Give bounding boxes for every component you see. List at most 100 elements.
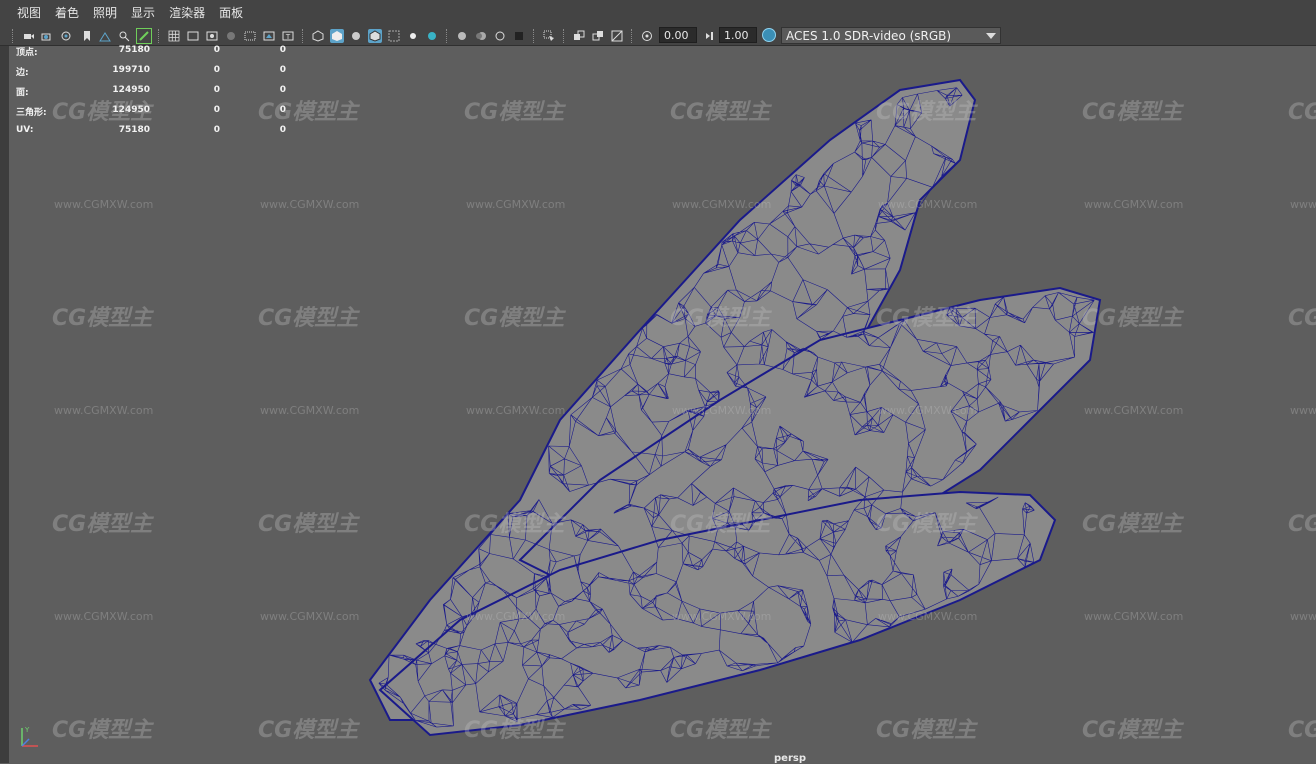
- resolution-gate-icon[interactable]: [205, 29, 219, 43]
- image-plane-icon[interactable]: [98, 29, 112, 43]
- watermark-logo: CG模型主: [464, 306, 565, 331]
- watermark-url: www.CGMXW.com: [1084, 198, 1184, 211]
- menu-view[interactable]: 视图: [10, 0, 48, 27]
- watermark-logo: CG模型主: [1288, 512, 1316, 537]
- select-camera-icon[interactable]: [22, 29, 36, 43]
- menu-renderer[interactable]: 渲染器: [162, 0, 212, 27]
- default-material-icon[interactable]: [349, 29, 363, 43]
- use-all-lights-icon[interactable]: [406, 29, 420, 43]
- watermark-url: www.CGMXW.com: [1290, 610, 1316, 623]
- watermark-logo: CG模型主: [464, 512, 565, 537]
- menu-lighting[interactable]: 照明: [86, 0, 124, 27]
- field-chart-icon[interactable]: [243, 29, 257, 43]
- exposure-icon[interactable]: [640, 29, 654, 43]
- safe-title-icon[interactable]: T: [281, 29, 295, 43]
- hud-label: 面:: [16, 88, 29, 98]
- camera-attributes-icon[interactable]: [40, 29, 54, 43]
- hud-selected: 0: [213, 85, 220, 95]
- hud-value: 124950: [112, 105, 150, 115]
- color-management-icon[interactable]: [762, 28, 776, 42]
- xray-icon[interactable]: [387, 29, 401, 43]
- wireframe-on-shaded-icon[interactable]: [368, 29, 382, 43]
- chevron-down-icon: [986, 33, 996, 39]
- smooth-shade-icon[interactable]: [330, 29, 344, 43]
- watermark-url: www.CGMXW.com: [466, 610, 566, 623]
- hud-selected: 0: [213, 105, 220, 115]
- watermark-logo: CG模型主: [52, 306, 153, 331]
- backface-culling-icon[interactable]: [610, 29, 624, 43]
- hud-label: 顶点:: [16, 48, 38, 58]
- film-gate-icon[interactable]: [186, 29, 200, 43]
- hud-label: 边:: [16, 68, 29, 78]
- gate-mask-icon[interactable]: [224, 29, 238, 43]
- watermark-logo: CG模型主: [876, 512, 977, 537]
- grease-pencil-icon[interactable]: [136, 28, 152, 44]
- poly-count-hud: 顶点: 75180 0 0 边: 199710 0 0 面: 124950 0 …: [16, 45, 286, 145]
- toolbar-separator: [446, 29, 449, 43]
- watermark-url: www.CGMXW.com: [878, 198, 978, 211]
- toolbar-separator: [12, 29, 15, 43]
- watermark-url: www.CGMXW.com: [1290, 404, 1316, 417]
- wireframe-icon[interactable]: [311, 29, 325, 43]
- hud-triangles: 0: [279, 105, 286, 115]
- exposure-input[interactable]: 0.00: [659, 27, 697, 43]
- motion-blur-icon[interactable]: [474, 29, 488, 43]
- watermark-url: www.CGMXW.com: [1084, 610, 1184, 623]
- hud-selected: 0: [213, 65, 220, 75]
- hud-triangles: 0: [279, 85, 286, 95]
- watermark-url: www.CGMXW.com: [466, 198, 566, 211]
- xray-joints-icon[interactable]: [572, 29, 586, 43]
- watermark-url: www.CGMXW.com: [878, 610, 978, 623]
- viewport-persp[interactable]: CG模型主 www.CGMXW.com CG模型主 www.CGMXW.com CG模型…: [9, 46, 1316, 763]
- watermark-logo: CG模型主: [876, 718, 977, 743]
- watermark-logo: CG模型主: [670, 718, 771, 743]
- screen-space-ao-icon[interactable]: [455, 29, 469, 43]
- menu-panels[interactable]: 面板: [212, 0, 250, 27]
- watermark-logo: CG模型主: [670, 100, 771, 125]
- svg-text:T: T: [285, 33, 291, 41]
- watermark-url: www.CGMXW.com: [260, 198, 360, 211]
- watermark-url: www.CGMXW.com: [672, 198, 772, 211]
- hud-value: 75180: [118, 45, 150, 55]
- watermark-url: www.CGMXW.com: [466, 404, 566, 417]
- multisample-aa-icon[interactable]: [493, 29, 507, 43]
- hud-label: 三角形:: [16, 108, 47, 118]
- hud-row-edges: 边: 199710 0 0: [16, 65, 286, 85]
- watermark-logo: CG模型主: [1082, 512, 1183, 537]
- menu-shading[interactable]: 着色: [48, 0, 86, 27]
- grid-icon[interactable]: [167, 29, 181, 43]
- watermark-logo: CG模型主: [1082, 100, 1183, 125]
- axis-gizmo-icon: Y: [21, 726, 38, 747]
- gamma-icon[interactable]: [702, 29, 716, 43]
- viewport-toolbar: T 0.00 1.00 ACES 1.0 SDR-video (sRGB): [0, 27, 1316, 46]
- gamma-input[interactable]: 1.00: [719, 27, 757, 43]
- menu-show[interactable]: 显示: [124, 0, 162, 27]
- hud-triangles: 0: [279, 45, 286, 55]
- isolate-select-icon[interactable]: [542, 29, 556, 43]
- 2d-pan-zoom-icon[interactable]: [117, 29, 131, 43]
- hud-label: UV:: [16, 125, 34, 135]
- safe-action-icon[interactable]: [262, 29, 276, 43]
- watermark-url: www.CGMXW.com: [878, 404, 978, 417]
- watermark-logo: CG模型主: [258, 306, 359, 331]
- watermark-url: www.CGMXW.com: [672, 610, 772, 623]
- toolbar-separator: [158, 29, 161, 43]
- depth-of-field-icon[interactable]: [512, 29, 526, 43]
- watermark-logo: CG模型主: [670, 306, 771, 331]
- watermark-logo: CG模型主: [52, 718, 153, 743]
- panel-menubar: 视图 着色 照明 显示 渲染器 面板: [0, 0, 1316, 27]
- color-space-dropdown[interactable]: ACES 1.0 SDR-video (sRGB): [781, 27, 1001, 44]
- bookmark-icon[interactable]: [80, 29, 94, 43]
- camera-bookmark-icon[interactable]: [59, 29, 73, 43]
- watermark-logo: CG模型主: [258, 718, 359, 743]
- watermark-url: www.CGMXW.com: [260, 610, 360, 623]
- xray-active-components-icon[interactable]: [591, 29, 605, 43]
- watermark-logo: CG模型主: [876, 306, 977, 331]
- hud-triangles: 0: [279, 65, 286, 75]
- hud-value: 124950: [112, 85, 150, 95]
- camera-name-label: persp: [774, 753, 806, 764]
- hud-value: 75180: [118, 125, 150, 135]
- shadows-icon[interactable]: [425, 29, 439, 43]
- watermark-logo: CG模型主: [1082, 306, 1183, 331]
- watermark-logo: CG模型主: [876, 100, 977, 125]
